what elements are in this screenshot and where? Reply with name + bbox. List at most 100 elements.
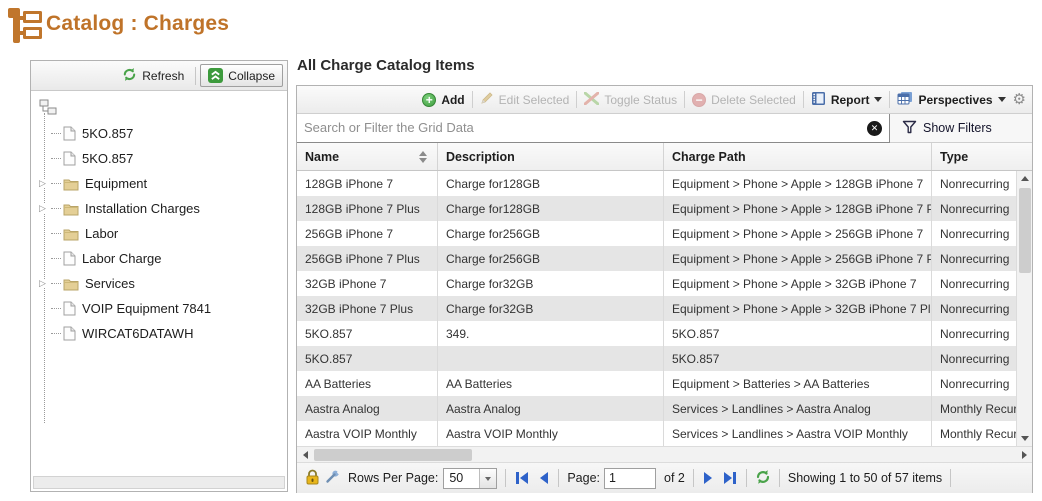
wrench-icon[interactable] (325, 469, 340, 487)
tree-item[interactable]: ▷ 5KO.857 (39, 146, 287, 171)
grid-cell: Charge for128GB (438, 171, 664, 196)
folder-icon (63, 277, 79, 291)
grid-cell (438, 346, 664, 371)
grid-cell: Nonrecurring (932, 196, 1018, 221)
grid-cell: Nonrecurring (932, 221, 1018, 246)
show-filters-button[interactable]: Show Filters (902, 120, 992, 137)
table-row[interactable]: 32GB iPhone 7 Charge for32GB Equipment >… (297, 271, 1032, 296)
tree-connector (51, 233, 61, 234)
tree-item[interactable]: ▷ Services (39, 271, 287, 296)
tree-connector (51, 208, 61, 209)
report-dropdown-button[interactable]: Report (811, 91, 883, 109)
gear-icon[interactable]: ⚙ (1013, 92, 1026, 107)
tree-connector (51, 133, 61, 134)
previous-page-button[interactable] (538, 470, 550, 486)
grid-cell: Aastra Analog (297, 396, 438, 421)
file-icon (63, 251, 76, 266)
expand-arrow-icon[interactable]: ▷ (39, 204, 46, 213)
tree-item[interactable]: ▷ Installation Charges (39, 196, 287, 221)
tree-item[interactable]: ▷ VOIP Equipment 7841 (39, 296, 287, 321)
grid-cell: Services > Landlines > Aastra VOIP Month… (664, 421, 932, 446)
column-header-label: Description (446, 150, 515, 164)
search-input[interactable] (297, 114, 890, 143)
tree-item[interactable]: ▷ Labor Charge (39, 246, 287, 271)
scroll-up-icon[interactable] (1017, 171, 1032, 186)
collapse-button[interactable]: Collapse (200, 64, 283, 87)
column-header-name[interactable]: Name (297, 143, 438, 170)
refresh-button[interactable]: Refresh (115, 64, 191, 88)
tree-item-label: Labor Charge (82, 251, 162, 266)
column-header-charge-path[interactable]: Charge Path (664, 143, 932, 170)
clear-search-icon[interactable]: ✕ (867, 121, 882, 136)
tree-item[interactable]: ▷ WIRCAT6DATAWH (39, 321, 287, 346)
tree-item-label: Equipment (85, 176, 147, 191)
table-row[interactable]: 32GB iPhone 7 Plus Charge for32GB Equipm… (297, 296, 1032, 321)
scroll-right-icon[interactable] (1016, 447, 1032, 463)
toolbar-separator (684, 91, 685, 108)
rows-per-page-select[interactable]: 50 (443, 468, 497, 489)
expand-arrow-icon[interactable]: ▷ (39, 179, 46, 188)
rows-per-page-value: 50 (444, 469, 479, 488)
tree-panel-footer (33, 476, 285, 489)
expand-arrow-icon[interactable]: ▷ (39, 279, 46, 288)
last-page-button[interactable] (722, 470, 738, 486)
edit-selected-button[interactable]: Edit Selected (480, 91, 570, 108)
table-row[interactable]: 128GB iPhone 7 Charge for128GB Equipment… (297, 171, 1032, 196)
first-page-button[interactable] (514, 470, 530, 486)
scroll-down-icon[interactable] (1017, 431, 1032, 446)
next-page-button[interactable] (702, 470, 714, 486)
scroll-left-icon[interactable] (297, 447, 313, 463)
horizontal-scrollbar[interactable] (297, 446, 1032, 463)
vertical-scroll-thumb[interactable] (1019, 188, 1031, 273)
tree-root-icon[interactable] (39, 103, 59, 120)
grid-cell: Charge for128GB (438, 196, 664, 221)
add-label: Add (441, 93, 464, 107)
table-row[interactable]: Aastra VOIP Monthly Aastra VOIP Monthly … (297, 421, 1032, 446)
table-row[interactable]: 5KO.857 349. 5KO.857 Nonrecurring (297, 321, 1032, 346)
pager-refresh-icon[interactable] (755, 469, 771, 488)
file-icon (63, 126, 76, 141)
tree-item[interactable]: ▷ 5KO.857 (39, 121, 287, 146)
tree-item[interactable]: ▷ Equipment (39, 171, 287, 196)
toggle-status-button[interactable]: Toggle Status (584, 92, 677, 108)
table-row[interactable]: Aastra Analog Aastra Analog Services > L… (297, 396, 1032, 421)
tree-item-label: WIRCAT6DATAWH (82, 326, 193, 341)
grid-cell: Monthly Recurring (932, 421, 1018, 446)
grid-cell: AA Batteries (297, 371, 438, 396)
collapse-label: Collapse (228, 69, 275, 83)
charge-grid-panel: + Add Edit Selected (296, 85, 1033, 493)
edit-selected-label: Edit Selected (499, 93, 570, 107)
vertical-scrollbar[interactable] (1016, 171, 1032, 446)
grid-cell: Equipment > Phone > Apple > 256GB iPhone… (664, 246, 932, 271)
grid-cell: Aastra Analog (438, 396, 664, 421)
add-button[interactable]: + Add (422, 93, 464, 107)
column-header-type[interactable]: Type (932, 143, 1032, 170)
table-row[interactable]: 128GB iPhone 7 Plus Charge for128GB Equi… (297, 196, 1032, 221)
catalog-hierarchy-icon (6, 4, 44, 53)
table-row[interactable]: AA Batteries AA Batteries Equipment > Ba… (297, 371, 1032, 396)
tree-item[interactable]: ▷ Labor (39, 221, 287, 246)
table-row[interactable]: 256GB iPhone 7 Plus Charge for256GB Equi… (297, 246, 1032, 271)
grid-cell: 32GB iPhone 7 (297, 271, 438, 296)
grid-title: All Charge Catalog Items (297, 57, 475, 74)
tree-connector (51, 333, 61, 334)
tree-item-label: 5KO.857 (82, 151, 133, 166)
perspectives-dropdown-button[interactable]: Perspectives (897, 91, 1005, 109)
grid-cell: 32GB iPhone 7 Plus (297, 296, 438, 321)
grid-cell: 5KO.857 (297, 346, 438, 371)
horizontal-scroll-thumb[interactable] (314, 449, 472, 461)
delete-selected-button[interactable]: − Delete Selected (692, 93, 796, 107)
tree: ▷ 5KO.857 ▷ (31, 91, 287, 478)
column-header-description[interactable]: Description (438, 143, 664, 170)
page-input[interactable] (604, 468, 656, 489)
toolbar-separator (889, 91, 890, 108)
lock-icon[interactable] (305, 469, 320, 488)
tree-connector (51, 308, 61, 309)
grid-cell: Nonrecurring (932, 271, 1018, 296)
table-row[interactable]: 256GB iPhone 7 Charge for256GB Equipment… (297, 221, 1032, 246)
pager-separator (746, 469, 747, 487)
tree-connector (51, 258, 61, 259)
grid-cell: AA Batteries (438, 371, 664, 396)
table-row[interactable]: 5KO.857 5KO.857 Nonrecurring (297, 346, 1032, 371)
file-icon (63, 326, 76, 341)
